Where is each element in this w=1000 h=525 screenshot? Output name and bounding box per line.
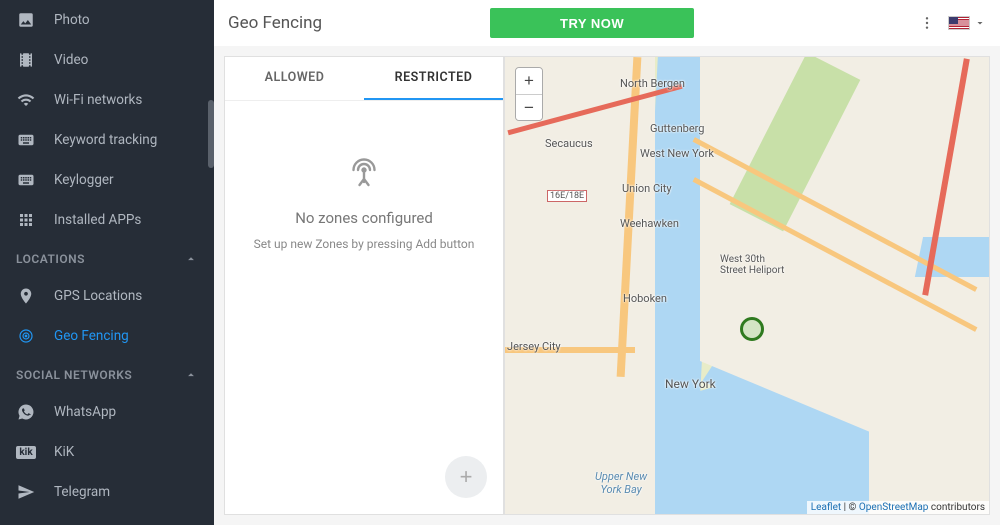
sidebar-item-label: Telegram: [54, 484, 110, 500]
sidebar-item-keyword[interactable]: Keyword tracking: [0, 120, 214, 160]
map-attribution: Leaflet | © OpenStreetMap contributors: [807, 501, 989, 514]
empty-state: No zones configured Set up new Zones by …: [225, 101, 503, 514]
us-flag-icon: [948, 16, 970, 30]
map-zone-marker[interactable]: [740, 317, 764, 341]
antenna-icon: [346, 155, 382, 191]
keyboard-icon: [16, 130, 36, 150]
section-title: LOCATIONS: [16, 252, 85, 266]
section-header-locations[interactable]: LOCATIONS: [0, 240, 214, 276]
scrollbar-thumb[interactable]: [208, 100, 214, 168]
sidebar-item-label: KiK: [54, 444, 74, 460]
sidebar-item-label: Video: [54, 52, 88, 68]
tabs: ALLOWED RESTRICTED: [225, 57, 503, 101]
map-zoom-controls: + −: [515, 67, 543, 121]
add-zone-button[interactable]: +: [445, 456, 487, 498]
leaflet-link[interactable]: Leaflet: [811, 502, 841, 513]
map-canvas[interactable]: North Bergen Secaucus Guttenberg West Ne…: [505, 57, 989, 514]
sidebar-item-label: GPS Locations: [54, 288, 142, 304]
zoom-in-button[interactable]: +: [516, 68, 542, 94]
empty-title: No zones configured: [295, 209, 433, 227]
sidebar-item-label: Keylogger: [54, 172, 114, 188]
osm-link[interactable]: OpenStreetMap: [859, 502, 929, 513]
sidebar-item-telegram[interactable]: Telegram: [0, 472, 214, 512]
zones-panel: ALLOWED RESTRICTED No zones configured S…: [224, 56, 504, 515]
sidebar-item-geofencing[interactable]: Geo Fencing: [0, 316, 214, 356]
sidebar: Photo Video Wi-Fi networks Keyword track…: [0, 0, 214, 525]
sidebar-item-label: Wi-Fi networks: [54, 92, 142, 108]
chevron-up-icon: [184, 368, 198, 382]
language-selector[interactable]: [948, 14, 986, 33]
sidebar-item-wifi[interactable]: Wi-Fi networks: [0, 80, 214, 120]
section-title: SOCIAL NETWORKS: [16, 368, 132, 382]
photo-icon: [16, 10, 36, 30]
more-menu-button[interactable]: [918, 14, 936, 32]
main-area: Geo Fencing TRY NOW ALLOWED RESTRICTED N…: [214, 0, 1000, 525]
apps-icon: [16, 210, 36, 230]
sidebar-item-label: Keyword tracking: [54, 132, 157, 148]
sidebar-item-label: Geo Fencing: [54, 328, 129, 344]
empty-subtitle: Set up new Zones by pressing Add button: [254, 237, 475, 251]
sidebar-item-video[interactable]: Video: [0, 40, 214, 80]
kik-icon: kik: [16, 442, 36, 462]
sidebar-item-label: Photo: [54, 12, 90, 28]
content: ALLOWED RESTRICTED No zones configured S…: [214, 46, 1000, 525]
chevron-down-icon: [974, 14, 986, 33]
try-now-button[interactable]: TRY NOW: [490, 8, 694, 38]
tab-allowed[interactable]: ALLOWED: [225, 57, 364, 100]
sidebar-item-whatsapp[interactable]: WhatsApp: [0, 392, 214, 432]
header: Geo Fencing TRY NOW: [214, 0, 1000, 46]
whatsapp-icon: [16, 402, 36, 422]
keyboard-icon: [16, 170, 36, 190]
tab-restricted[interactable]: RESTRICTED: [364, 57, 503, 100]
sidebar-item-label: WhatsApp: [54, 404, 116, 420]
sidebar-item-kik[interactable]: kik KiK: [0, 432, 214, 472]
video-icon: [16, 50, 36, 70]
map-panel: North Bergen Secaucus Guttenberg West Ne…: [504, 56, 990, 515]
wifi-icon: [16, 90, 36, 110]
telegram-icon: [16, 482, 36, 502]
sidebar-item-gps[interactable]: GPS Locations: [0, 276, 214, 316]
sidebar-item-photo[interactable]: Photo: [0, 0, 214, 40]
section-header-social[interactable]: SOCIAL NETWORKS: [0, 356, 214, 392]
target-icon: [16, 326, 36, 346]
chevron-up-icon: [184, 252, 198, 266]
location-pin-icon: [16, 286, 36, 306]
sidebar-item-label: Installed APPs: [54, 212, 141, 228]
sidebar-item-keylogger[interactable]: Keylogger: [0, 160, 214, 200]
sidebar-item-apps[interactable]: Installed APPs: [0, 200, 214, 240]
page-title: Geo Fencing: [228, 13, 478, 33]
zoom-out-button[interactable]: −: [516, 94, 542, 120]
